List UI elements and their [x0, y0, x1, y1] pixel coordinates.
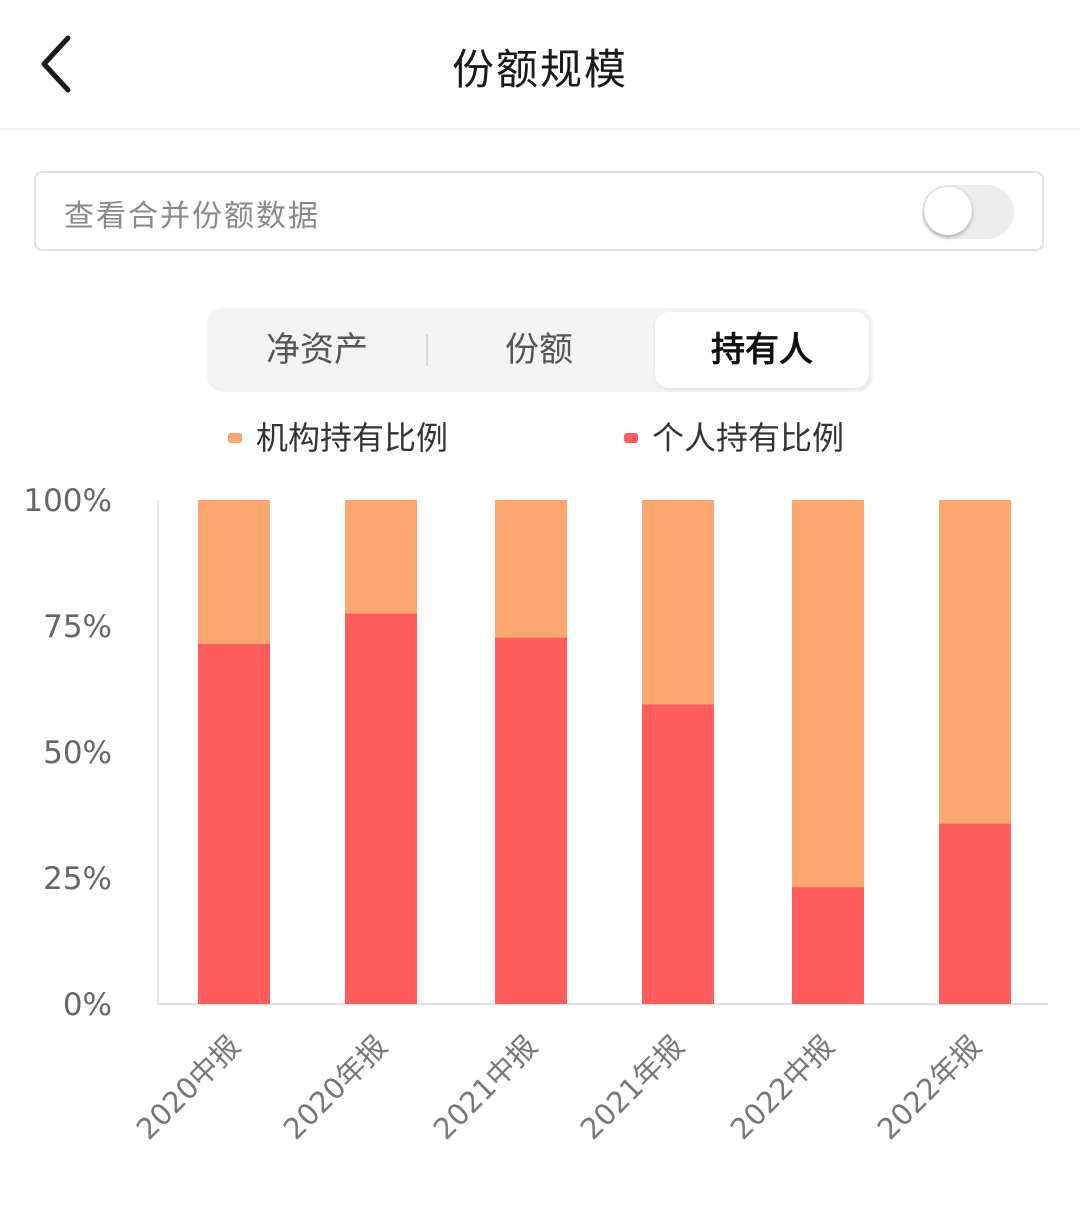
- tab-net-assets[interactable]: 净资产: [207, 308, 427, 392]
- merge-shares-label: 查看合并份额数据: [64, 199, 320, 234]
- y-tick-label: 50%: [43, 735, 112, 771]
- y-tick-label: 0%: [63, 987, 112, 1023]
- tab-holders[interactable]: 持有人: [655, 312, 869, 388]
- merge-shares-row: 查看合并份额数据: [34, 171, 1044, 251]
- x-tick-label: 2021中报: [427, 1029, 544, 1146]
- legend-item-institution[interactable]: 机构持有比例: [228, 418, 448, 458]
- holder-ratio-chart: 0% 25% 50% 75% 100% 2020中报 2020年报 2021中报 2021年报 2…: [23, 483, 1048, 1146]
- legend-swatch-institution: [228, 433, 242, 443]
- legend-label-individual: 个人持有比例: [652, 419, 845, 457]
- x-tick-label: 2020中报: [130, 1029, 247, 1146]
- bar-individual: [939, 823, 1011, 1004]
- y-tick-label: 75%: [43, 609, 112, 645]
- merge-shares-toggle[interactable]: [922, 185, 1014, 239]
- legend-label-institution: 机构持有比例: [256, 419, 449, 457]
- x-tick-label: 2022中报: [724, 1029, 841, 1146]
- tab-shares[interactable]: 份额: [429, 308, 649, 392]
- x-tick-label: 2022年报: [871, 1029, 988, 1146]
- header-bar: 份额规模: [0, 0, 1080, 130]
- bar-individual: [792, 887, 864, 1004]
- bar-institution: [939, 500, 1011, 824]
- bar-institution: [642, 500, 714, 705]
- bar-institution: [792, 500, 864, 888]
- bar-individual: [345, 613, 417, 1004]
- y-tick-label: 100%: [23, 483, 112, 519]
- bar-institution: [345, 500, 417, 614]
- bar-institution: [198, 500, 270, 644]
- metric-tabs: 净资产 份额 持有人: [207, 308, 873, 392]
- page-title: 份额规模: [451, 45, 628, 94]
- tab-divider: [426, 334, 428, 366]
- legend-swatch-individual: [624, 433, 638, 443]
- bar-individual: [495, 637, 567, 1004]
- legend-item-individual[interactable]: 个人持有比例: [624, 418, 844, 458]
- toggle-knob: [924, 187, 972, 235]
- bar-institution: [495, 500, 567, 638]
- bar-individual: [198, 643, 270, 1004]
- bar-individual: [642, 704, 714, 1004]
- y-tick-label: 25%: [43, 861, 112, 897]
- x-tick-label: 2021年报: [574, 1029, 691, 1146]
- x-tick-label: 2020年报: [277, 1029, 394, 1146]
